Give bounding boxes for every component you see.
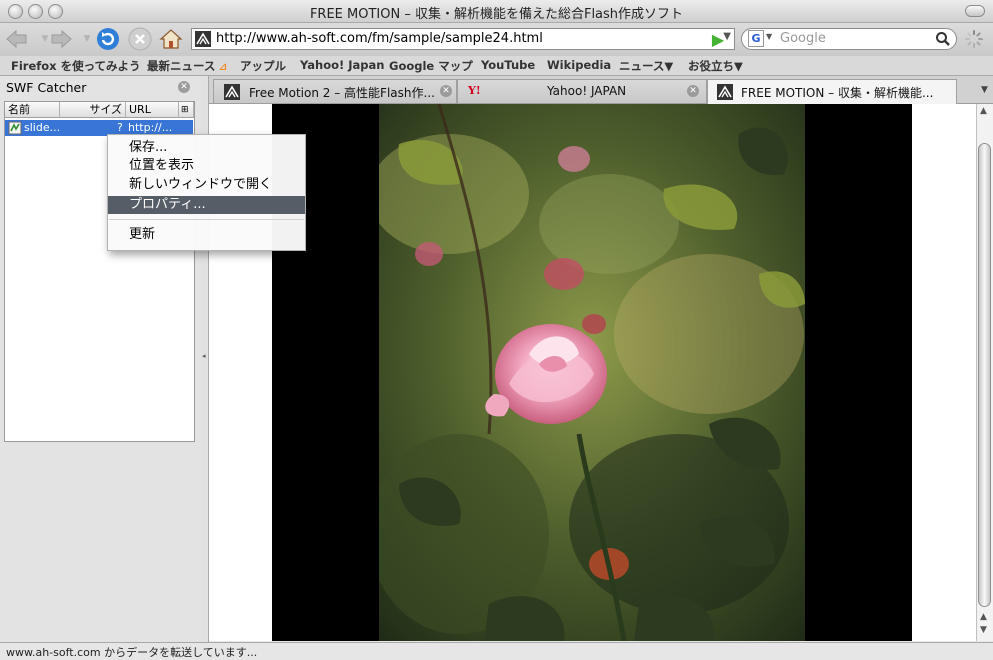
tab-list-arrow-icon[interactable]: ▼ [981, 85, 988, 95]
flash-file-icon [8, 121, 22, 135]
tab-close-icon[interactable]: ✕ [687, 85, 699, 97]
tab-free-motion-active[interactable]: FREE MOTION – 収集・解析機能... [707, 79, 957, 104]
search-placeholder: Google [780, 31, 826, 46]
menu-item-save[interactable]: 保存... [108, 139, 305, 157]
column-picker-icon[interactable]: ⊞ [179, 102, 194, 118]
back-arrow-icon [6, 29, 27, 49]
back-button[interactable] [4, 26, 30, 52]
row-url: http://... [128, 121, 173, 134]
window-title: FREE MOTION – 収集・解析機能を備えた総合Flash作成ソフト [309, 7, 684, 22]
status-bar: www.ah-soft.com からデータを転送しています... [0, 642, 993, 660]
scroll-up-arrow-icon-lower[interactable]: ▲ [980, 612, 987, 622]
menu-separator [109, 219, 304, 220]
column-header-name[interactable]: 名前 [5, 102, 60, 118]
tab-label: Free Motion 2 – 高性能Flash作... [249, 86, 435, 100]
tab-label: Yahoo! JAPAN [547, 84, 627, 98]
tab-close-icon[interactable]: ✕ [440, 85, 452, 97]
tab-free-motion-2[interactable]: Free Motion 2 – 高性能Flash作... ✕ [213, 79, 457, 103]
bookmarks-toolbar: Firefox を使ってみよう 最新ニュース ⊿ アップル Yahoo! Jap… [0, 56, 993, 76]
bookmark-latest-news-label: 最新ニュース [147, 59, 216, 73]
column-header-size[interactable]: サイズ [60, 102, 126, 118]
sidebar-title: SWF Catcher [6, 80, 87, 95]
bookmark-wikipedia[interactable]: Wikipedia [547, 58, 611, 72]
site-favicon-icon [195, 31, 211, 47]
search-engine-google-icon[interactable]: G [748, 30, 764, 47]
site-favicon-icon [224, 84, 240, 100]
status-text: www.ah-soft.com からデータを転送しています... [6, 646, 258, 659]
url-bar[interactable]: http://www.ah-soft.com/fm/sample/sample2… [191, 28, 735, 50]
go-arrow-icon: ▶ [711, 29, 725, 49]
menu-item-show-location[interactable]: 位置を表示 [108, 157, 305, 175]
column-header-url[interactable]: URL [126, 102, 179, 118]
rose-photo-image [379, 104, 805, 641]
reload-button[interactable] [95, 26, 121, 52]
rose-photo [379, 104, 805, 641]
tab-bar: Free Motion 2 – 高性能Flash作... ✕ Y! Yahoo!… [209, 76, 993, 104]
bookmark-apple[interactable]: アップル [240, 58, 286, 74]
url-text: http://www.ah-soft.com/fm/sample/sample2… [216, 31, 543, 46]
bookmark-firefox-getting-started[interactable]: Firefox を使ってみよう [11, 58, 141, 74]
stop-icon [128, 27, 152, 51]
forward-button[interactable] [48, 26, 74, 52]
home-icon [159, 29, 183, 49]
menu-item-properties[interactable]: プロパティ... [108, 196, 305, 214]
sidebar-close-icon[interactable]: ✕ [178, 81, 190, 93]
bookmark-google-maps[interactable]: Google マップ [389, 58, 473, 74]
row-size: ? [117, 121, 123, 134]
go-button[interactable]: ▶ [705, 26, 731, 52]
title-bar: FREE MOTION – 収集・解析機能を備えた総合Flash作成ソフト [0, 0, 993, 23]
loading-spinner-icon [965, 30, 983, 48]
search-box[interactable]: G ▼ Google [741, 28, 957, 50]
search-engine-dropdown-icon[interactable]: ▼ [766, 32, 772, 41]
navigation-toolbar: ▼ ▼ http://www.ah-soft.com/fm/sample/sam… [0, 23, 993, 56]
scroll-down-arrow-icon[interactable]: ▼ [980, 625, 987, 635]
bookmark-latest-news[interactable]: 最新ニュース ⊿ [147, 58, 227, 74]
scrollbar-thumb[interactable] [978, 143, 991, 607]
context-menu: 保存... 位置を表示 新しいウィンドウで開く プロパティ... 更新 [107, 134, 306, 251]
reload-icon [97, 28, 119, 50]
dropdown-arrow-icon: ▼ [83, 34, 91, 44]
splitter-grip-icon: ◂ [202, 352, 206, 360]
bookmark-yahoo-japan[interactable]: Yahoo! Japan [300, 58, 385, 72]
scroll-up-arrow-icon[interactable]: ▲ [980, 106, 987, 116]
stop-button[interactable] [127, 26, 153, 52]
menu-item-open-new-window[interactable]: 新しいウィンドウで開く [108, 176, 305, 194]
site-favicon-icon [717, 84, 733, 100]
toolbar-toggle-button[interactable] [965, 5, 985, 17]
forward-arrow-icon [51, 29, 72, 49]
bookmark-folder-useful[interactable]: お役立ち▼ [688, 58, 743, 74]
magnifier-icon[interactable] [935, 31, 951, 47]
rss-feed-icon: ⊿ [215, 62, 228, 73]
yahoo-favicon-icon: Y! [468, 84, 481, 97]
row-name: slide... [24, 121, 61, 134]
bookmark-folder-news[interactable]: ニュース▼ [619, 58, 673, 74]
tab-label: FREE MOTION – 収集・解析機能... [741, 86, 934, 100]
bookmark-youtube[interactable]: YouTube [481, 58, 535, 72]
home-button[interactable] [158, 26, 184, 52]
tab-yahoo-japan[interactable]: Y! Yahoo! JAPAN ✕ [457, 79, 707, 103]
menu-item-refresh[interactable]: 更新 [108, 226, 305, 244]
